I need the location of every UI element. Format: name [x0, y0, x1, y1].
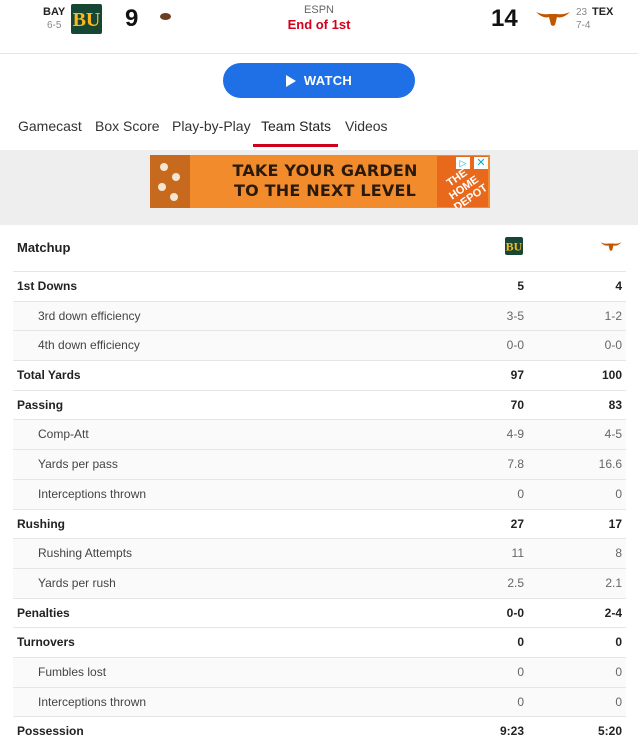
scoreboard: BAY 6-5 BU 9 ESPN End of 1st 14 23 TEX 7…: [0, 0, 638, 54]
stat-value-baylor: 0: [517, 694, 524, 709]
tab-videos[interactable]: Videos: [345, 118, 388, 134]
game-tabs: Gamecast Box Score Play-by-Play Team Sta…: [0, 108, 638, 148]
stat-value-baylor: 27: [510, 516, 524, 531]
stat-value-texas: 0-0: [604, 338, 622, 353]
stat-value-baylor: 3-5: [506, 308, 524, 323]
home-team-rank: 23: [576, 7, 588, 18]
tab-gamecast[interactable]: Gamecast: [18, 118, 82, 134]
stat-row: Penalties 0-0 2-4: [13, 597, 626, 628]
stat-label: 4th down efficiency: [38, 338, 140, 353]
watch-button[interactable]: WATCH: [223, 63, 415, 98]
stat-value-texas: 0: [615, 694, 622, 709]
stat-value-baylor: 0: [517, 635, 524, 650]
stat-row: Interceptions thrown 0 0: [13, 686, 626, 717]
ad-line-2: TO THE NEXT LEVEL: [233, 181, 417, 200]
baylor-column-logo-icon: BU: [505, 237, 523, 255]
stat-label: 3rd down efficiency: [38, 308, 141, 323]
ad-line-1: TAKE YOUR GARDEN: [232, 161, 418, 180]
stat-value-baylor: 0-0: [506, 338, 524, 353]
stat-row: Total Yards 97 100: [13, 360, 626, 390]
stat-label: Possession: [17, 724, 84, 739]
stat-value-texas: 8: [615, 546, 622, 561]
stat-row: 4th down efficiency 0-0 0-0: [13, 330, 626, 361]
stat-value-texas: 17: [608, 516, 622, 531]
team-stats-card: Matchup BU 1st Downs 5 4 3rd down efficienc…: [0, 225, 638, 750]
stat-row: 1st Downs 5 4: [13, 271, 626, 301]
stat-value-baylor: 9:23: [499, 724, 524, 739]
home-score: 14: [491, 5, 518, 32]
stat-value-texas: 4-5: [604, 427, 622, 442]
stat-row: Interceptions thrown 0 0: [13, 478, 626, 509]
stat-label: Rushing Attempts: [38, 546, 133, 561]
ad-flower-image: [150, 155, 190, 208]
advertisement-banner[interactable]: TAKE YOUR GARDEN TO THE NEXT LEVEL THE H…: [150, 155, 490, 208]
stat-value-texas: 4: [615, 279, 622, 293]
stat-label: Fumbles lost: [38, 664, 107, 679]
stat-value-texas: 0: [615, 486, 622, 501]
stat-label: Turnovers: [17, 635, 75, 650]
matchup-title: Matchup: [17, 240, 71, 255]
stat-value-baylor: 97: [510, 368, 524, 383]
stat-value-texas: 2-4: [604, 605, 622, 620]
stat-value-texas: 2.1: [605, 575, 622, 590]
stat-row: Yards per pass 7.8 16.6: [13, 449, 626, 479]
stat-value-texas: 100: [601, 368, 622, 383]
stat-value-baylor: 5: [517, 279, 524, 293]
longhorn-logo-icon[interactable]: [535, 9, 571, 32]
stats-table: 1st Downs 5 4 3rd down efficiency 3-5 1-2 4th …: [13, 271, 626, 746]
stat-value-baylor: 2.5: [507, 575, 524, 590]
svg-text:BU: BU: [506, 240, 523, 254]
stat-row: Possession 9:23 5:20: [13, 716, 626, 746]
stat-value-texas: 5:20: [597, 724, 622, 739]
stat-value-baylor: 70: [510, 397, 524, 412]
stat-label: Yards per pass: [38, 457, 118, 472]
stat-value-texas: 83: [608, 397, 622, 412]
stat-label: Interceptions thrown: [38, 486, 147, 501]
active-tab-indicator: [253, 144, 338, 147]
stat-value-baylor: 4-9: [506, 427, 524, 442]
stat-row: Turnovers 0 0: [13, 627, 626, 657]
ad-headline: TAKE YOUR GARDEN TO THE NEXT LEVEL: [195, 161, 455, 201]
stat-value-baylor: 11: [511, 546, 524, 561]
stat-label: Rushing: [17, 516, 65, 531]
tab-team-stats[interactable]: Team Stats: [261, 118, 331, 134]
stat-value-texas: 0: [615, 635, 622, 650]
stat-label: 1st Downs: [17, 279, 78, 293]
tab-play-by-play[interactable]: Play-by-Play: [172, 118, 251, 134]
stat-value-texas: 1-2: [604, 308, 622, 323]
watch-label: WATCH: [303, 73, 353, 88]
stat-value-baylor: 0-0: [506, 605, 524, 620]
stat-value-texas: 16.6: [598, 457, 622, 472]
stat-label: Penalties: [17, 605, 70, 620]
stat-value-texas: 0: [615, 664, 622, 679]
adchoices-icon[interactable]: ▷: [456, 157, 470, 169]
stat-row: Rushing Attempts 11 8: [13, 538, 626, 568]
stat-label: Yards per rush: [38, 575, 116, 590]
tab-box-score[interactable]: Box Score: [95, 118, 160, 134]
stat-label: Comp-Att: [38, 427, 89, 442]
home-team-abbr[interactable]: TEX: [592, 6, 613, 18]
stat-value-baylor: 7.8: [507, 457, 524, 472]
home-team-record: 7-4: [576, 20, 591, 31]
stat-value-baylor: 0: [517, 486, 524, 501]
stat-label: Passing: [17, 397, 64, 412]
texas-column-logo-icon: [600, 239, 622, 257]
stat-row: Yards per rush 2.5 2.1: [13, 567, 626, 598]
ad-close-icon[interactable]: ✕: [474, 157, 488, 169]
stat-value-baylor: 0: [517, 664, 524, 679]
play-icon: [285, 74, 296, 87]
stat-row: Passing 70 83: [13, 389, 626, 420]
stat-row: 3rd down efficiency 3-5 1-2: [13, 300, 626, 331]
stat-label: Interceptions thrown: [38, 694, 147, 709]
stat-label: Total Yards: [17, 368, 81, 383]
stat-row: Fumbles lost 0 0: [13, 656, 626, 687]
stat-row: Rushing 27 17: [13, 508, 626, 539]
stat-row: Comp-Att 4-9 4-5: [13, 419, 626, 450]
